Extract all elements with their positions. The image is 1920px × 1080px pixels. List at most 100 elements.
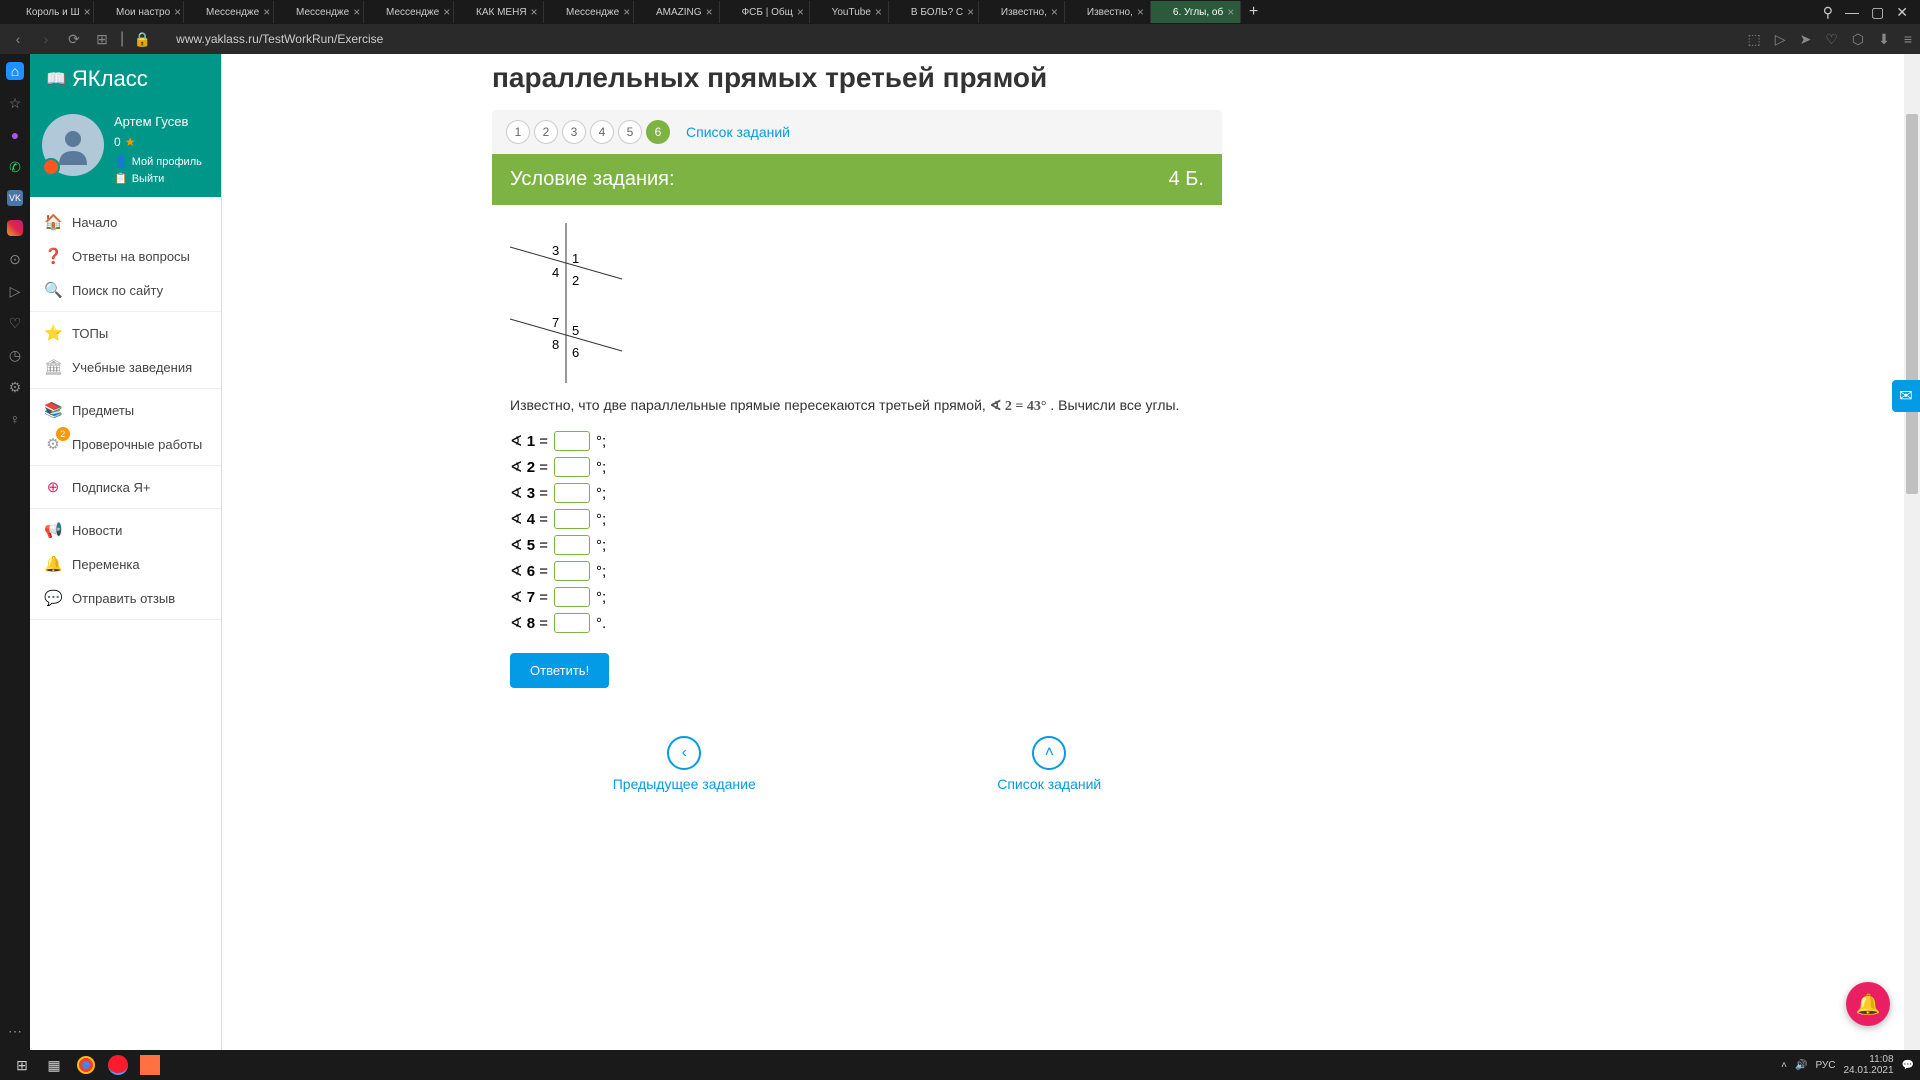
- close-icon[interactable]: ×: [443, 5, 450, 19]
- angle-input-1[interactable]: [554, 431, 590, 451]
- snapshot-icon[interactable]: ⬚: [1748, 31, 1761, 48]
- close-icon[interactable]: ×: [797, 5, 804, 19]
- messenger-icon[interactable]: ●: [6, 126, 24, 144]
- maximize-icon[interactable]: ▢: [1871, 4, 1884, 21]
- pager-item-3[interactable]: 3: [562, 120, 586, 144]
- angle-input-7[interactable]: [554, 587, 590, 607]
- speed-dial-icon[interactable]: ⊞: [92, 31, 112, 48]
- bulb-icon[interactable]: ♀: [6, 410, 24, 428]
- browser-tab[interactable]: 6. Углы, об×: [1151, 1, 1241, 23]
- start-button[interactable]: ⊞: [6, 1051, 38, 1079]
- tray-chevron-icon[interactable]: ˄: [1781, 1060, 1787, 1071]
- avatar[interactable]: [42, 114, 104, 176]
- back-icon[interactable]: ‹: [8, 31, 28, 47]
- answer-button[interactable]: Ответить!: [510, 653, 609, 688]
- profile-link[interactable]: 👤 Мой профиль: [114, 155, 202, 168]
- settings-icon[interactable]: ⚙: [6, 378, 24, 396]
- cube-icon[interactable]: ⬡: [1852, 31, 1864, 48]
- angle-input-8[interactable]: [554, 613, 590, 633]
- task-view-icon[interactable]: ▦: [38, 1051, 70, 1079]
- close-icon[interactable]: ×: [706, 5, 713, 19]
- task-list-button[interactable]: ˄ Список заданий: [997, 736, 1101, 792]
- pager-item-1[interactable]: 1: [506, 120, 530, 144]
- clock-icon[interactable]: ◷: [6, 346, 24, 364]
- close-icon[interactable]: ×: [84, 5, 91, 19]
- sidebar-item-поиск-по-сайту[interactable]: 🔍Поиск по сайту: [30, 273, 221, 307]
- browser-tab[interactable]: Мессендже×: [544, 1, 634, 23]
- pager-item-4[interactable]: 4: [590, 120, 614, 144]
- mail-tab-icon[interactable]: ✉: [1892, 380, 1920, 412]
- scrollbar[interactable]: [1904, 54, 1920, 1050]
- minimize-icon[interactable]: —: [1845, 4, 1859, 21]
- logo[interactable]: 📖 ЯКласс: [30, 54, 221, 104]
- more-icon[interactable]: ⋯: [6, 1022, 24, 1040]
- angle-input-5[interactable]: [554, 535, 590, 555]
- sidebar-item-отправить-отзыв[interactable]: 💬Отправить отзыв: [30, 581, 221, 615]
- close-icon[interactable]: ×: [353, 5, 360, 19]
- browser-tab[interactable]: Известно,×: [1065, 1, 1151, 23]
- send-icon[interactable]: ➤: [1800, 31, 1812, 48]
- bookmark-icon[interactable]: ☆: [6, 94, 24, 112]
- close-icon[interactable]: ×: [875, 5, 882, 19]
- browser-tab[interactable]: Известно,×: [979, 1, 1065, 23]
- close-icon[interactable]: ×: [174, 5, 181, 19]
- close-icon[interactable]: ×: [1137, 5, 1144, 19]
- app-icon[interactable]: [140, 1055, 160, 1075]
- sidebar-item-ответы-на-вопросы[interactable]: ❓Ответы на вопросы: [30, 239, 221, 273]
- close-icon[interactable]: ×: [531, 5, 538, 19]
- easy-setup-icon[interactable]: ≡: [1904, 31, 1912, 48]
- sidebar-item-учебные-заведения[interactable]: 🏛Учебные заведения: [30, 350, 221, 384]
- new-tab-button[interactable]: +: [1241, 3, 1266, 21]
- browser-tab[interactable]: В БОЛЬ? С×: [889, 1, 979, 23]
- angle-input-2[interactable]: [554, 457, 590, 477]
- browser-tab[interactable]: Мессендже×: [274, 1, 364, 23]
- download-icon[interactable]: ⬇: [1878, 31, 1890, 48]
- volume-icon[interactable]: 🔊: [1795, 1060, 1807, 1071]
- close-icon[interactable]: ×: [967, 5, 974, 19]
- close-icon[interactable]: ×: [1051, 5, 1058, 19]
- pager-item-2[interactable]: 2: [534, 120, 558, 144]
- opera-icon[interactable]: [108, 1055, 128, 1075]
- close-window-icon[interactable]: ✕: [1896, 4, 1908, 21]
- close-icon[interactable]: ×: [623, 5, 630, 19]
- search-icon[interactable]: ⚲: [1823, 4, 1833, 21]
- reload-icon[interactable]: ⟳: [64, 31, 84, 48]
- sidebar-item-начало[interactable]: 🏠Начало: [30, 205, 221, 239]
- instagram-icon[interactable]: [7, 220, 23, 236]
- url-input[interactable]: www.yaklass.ru/TestWorkRun/Exercise: [160, 32, 1739, 46]
- home-icon[interactable]: ⌂: [6, 62, 24, 80]
- pager-item-6[interactable]: 6: [646, 120, 670, 144]
- browser-tab[interactable]: Король и Ш×: [4, 1, 94, 23]
- history-icon[interactable]: ⊙: [6, 250, 24, 268]
- close-icon[interactable]: ×: [1227, 5, 1234, 19]
- chrome-icon[interactable]: [77, 1056, 95, 1074]
- prev-task-button[interactable]: ‹ Предыдущее задание: [613, 736, 756, 792]
- task-list-link[interactable]: Список заданий: [686, 124, 790, 140]
- browser-tab[interactable]: ФСБ | Общ×: [720, 1, 810, 23]
- whatsapp-icon[interactable]: ✆: [6, 158, 24, 176]
- heart-icon-sb[interactable]: ♡: [6, 314, 24, 332]
- heart-icon[interactable]: ♡: [1825, 31, 1838, 48]
- close-icon[interactable]: ×: [263, 5, 270, 19]
- sidebar-item-подписка-я+[interactable]: ⊕Подписка Я+: [30, 470, 221, 504]
- sidebar-item-проверочные-работы[interactable]: ⚙2Проверочные работы: [30, 427, 221, 461]
- language-indicator[interactable]: РУС: [1815, 1060, 1835, 1071]
- notification-bell-icon[interactable]: 🔔: [1846, 982, 1890, 1026]
- angle-input-3[interactable]: [554, 483, 590, 503]
- sidebar-item-топы[interactable]: ⭐ТОПы: [30, 316, 221, 350]
- angle-input-6[interactable]: [554, 561, 590, 581]
- browser-tab[interactable]: YouTube×: [810, 1, 889, 23]
- sidebar-item-новости[interactable]: 📢Новости: [30, 513, 221, 547]
- play-icon[interactable]: ▷: [6, 282, 24, 300]
- pager-item-5[interactable]: 5: [618, 120, 642, 144]
- logout-link[interactable]: 📋 Выйти: [114, 172, 202, 185]
- angle-input-4[interactable]: [554, 509, 590, 529]
- browser-tab[interactable]: Мессендже×: [184, 1, 274, 23]
- browser-tab[interactable]: AMAZING×: [634, 1, 720, 23]
- notifications-icon[interactable]: 💬: [1902, 1060, 1914, 1071]
- browser-tab[interactable]: Мои настро×: [94, 1, 184, 23]
- forward-icon[interactable]: ›: [36, 31, 56, 47]
- browser-tab[interactable]: Мессендже×: [364, 1, 454, 23]
- sidebar-item-переменка[interactable]: 🔔Переменка: [30, 547, 221, 581]
- vk-icon[interactable]: VK: [7, 190, 23, 206]
